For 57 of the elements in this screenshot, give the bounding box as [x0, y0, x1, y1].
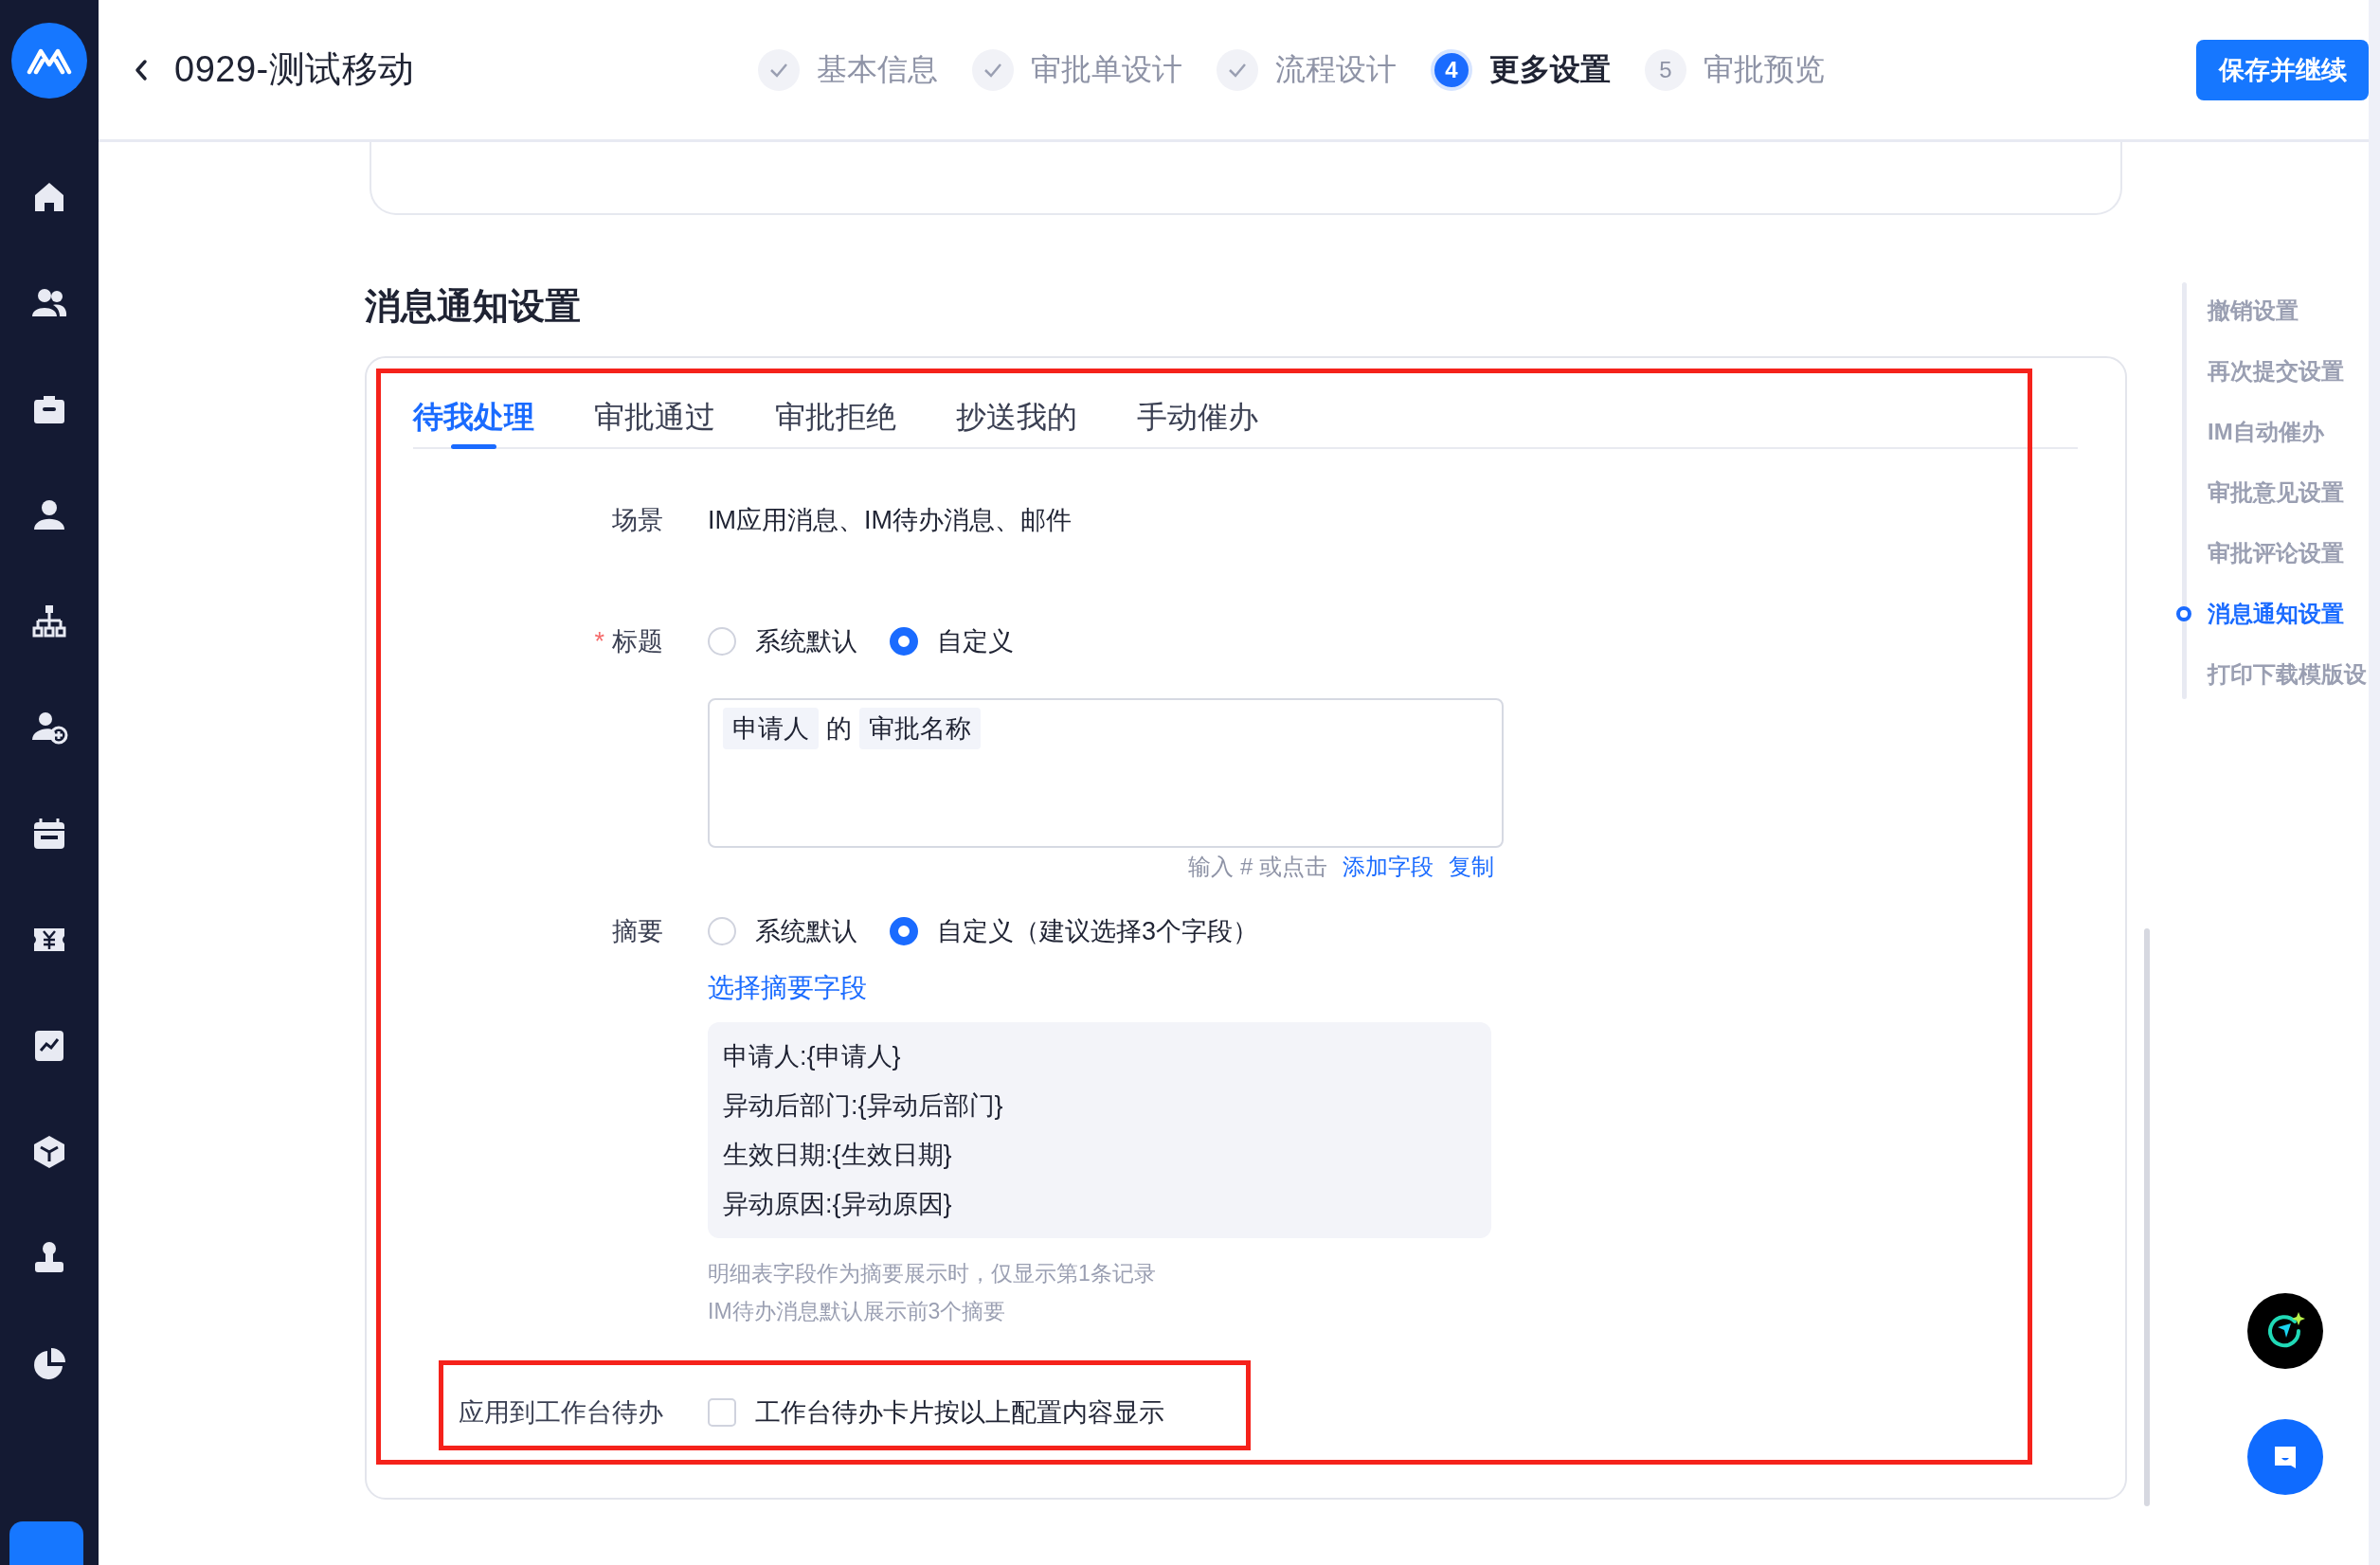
scrollbar[interactable]	[2144, 928, 2150, 1506]
summary-line: 生效日期:{生效日期}	[723, 1140, 953, 1171]
step-label[interactable]: 更多设置	[1489, 48, 1611, 91]
field-label: 摘要	[612, 916, 663, 947]
tab[interactable]: 手动催办	[1137, 398, 1258, 447]
radio-label[interactable]: 系统默认	[755, 624, 857, 658]
tab[interactable]: 抄送我的	[956, 398, 1077, 447]
token-text: 的	[826, 713, 852, 745]
anchor-link[interactable]: 撤销设置	[2208, 296, 2299, 326]
hint-text: 明细表字段作为摘要展示时，仅显示第1条记录	[708, 1260, 1157, 1287]
anchor-link[interactable]: 消息通知设置	[2208, 599, 2344, 629]
check-icon	[758, 48, 800, 91]
link[interactable]: 添加字段	[1343, 854, 1433, 880]
step-label[interactable]: 审批预览	[1704, 48, 1825, 91]
check-icon	[1217, 48, 1258, 91]
section-title: 消息通知设置	[365, 285, 582, 328]
title-template-field[interactable]: 申请人 的 审批名称	[708, 698, 1504, 848]
step-number: 4	[1431, 48, 1472, 91]
helper-text: 输入 # 或点击	[1188, 854, 1327, 880]
tab[interactable]: 审批通过	[594, 398, 715, 447]
bottom-tab[interactable]	[9, 1521, 83, 1565]
step-label[interactable]: 审批单设计	[1031, 48, 1182, 91]
hint-text: IM待办消息默认展示前3个摘要	[708, 1298, 1007, 1325]
radio-label[interactable]: 系统默认	[755, 914, 857, 948]
step-number: 5	[1645, 48, 1686, 91]
check-icon	[972, 48, 1014, 91]
checkbox-label[interactable]: 工作台待办卡片按以上配置内容显示	[755, 1395, 1164, 1430]
tab[interactable]: 审批拒绝	[775, 398, 896, 447]
save-continue-button[interactable]: 保存并继续	[2196, 39, 2369, 100]
required-mark: *	[594, 626, 604, 657]
radio-label[interactable]: 自定义	[937, 624, 1014, 658]
page-title: 0929-测试移动	[174, 48, 415, 91]
anchor-link[interactable]: 审批评论设置	[2208, 538, 2344, 568]
anchor-link[interactable]: 打印下载模版设	[2208, 659, 2367, 690]
anchor-link[interactable]: IM自动催办	[2208, 417, 2324, 447]
back-icon[interactable]	[135, 58, 148, 81]
field-token: 申请人	[723, 708, 819, 749]
field-token: 审批名称	[859, 708, 981, 749]
link[interactable]: 复制	[1449, 854, 1494, 880]
anchor-link[interactable]: 再次提交设置	[2208, 356, 2344, 387]
field-label: 应用到工作台待办	[459, 1397, 663, 1429]
tab[interactable]: 待我处理	[413, 398, 534, 447]
field-label: 场景	[612, 505, 663, 536]
field-label: 标题	[612, 626, 663, 657]
org-chart-icon[interactable]	[30, 603, 68, 640]
summary-line: 异动原因:{异动原因}	[723, 1189, 953, 1220]
summary-line: 申请人:{申请人}	[723, 1041, 902, 1072]
radio-button[interactable]	[890, 917, 918, 945]
select-summary-fields-link[interactable]: 选择摘要字段	[708, 971, 867, 1005]
step-label[interactable]: 流程设计	[1275, 48, 1397, 91]
checkbox[interactable]	[708, 1398, 736, 1427]
anchor-link[interactable]: 审批意见设置	[2208, 477, 2344, 508]
radio-label[interactable]: 自定义（建议选择3个字段）	[937, 914, 1259, 948]
step-label[interactable]: 基本信息	[817, 48, 938, 91]
summary-line: 异动后部门:{异动后部门}	[723, 1090, 1004, 1122]
radio-button[interactable]	[890, 627, 918, 656]
scene-value: IM应用消息、IM待办消息、邮件	[708, 505, 1072, 536]
